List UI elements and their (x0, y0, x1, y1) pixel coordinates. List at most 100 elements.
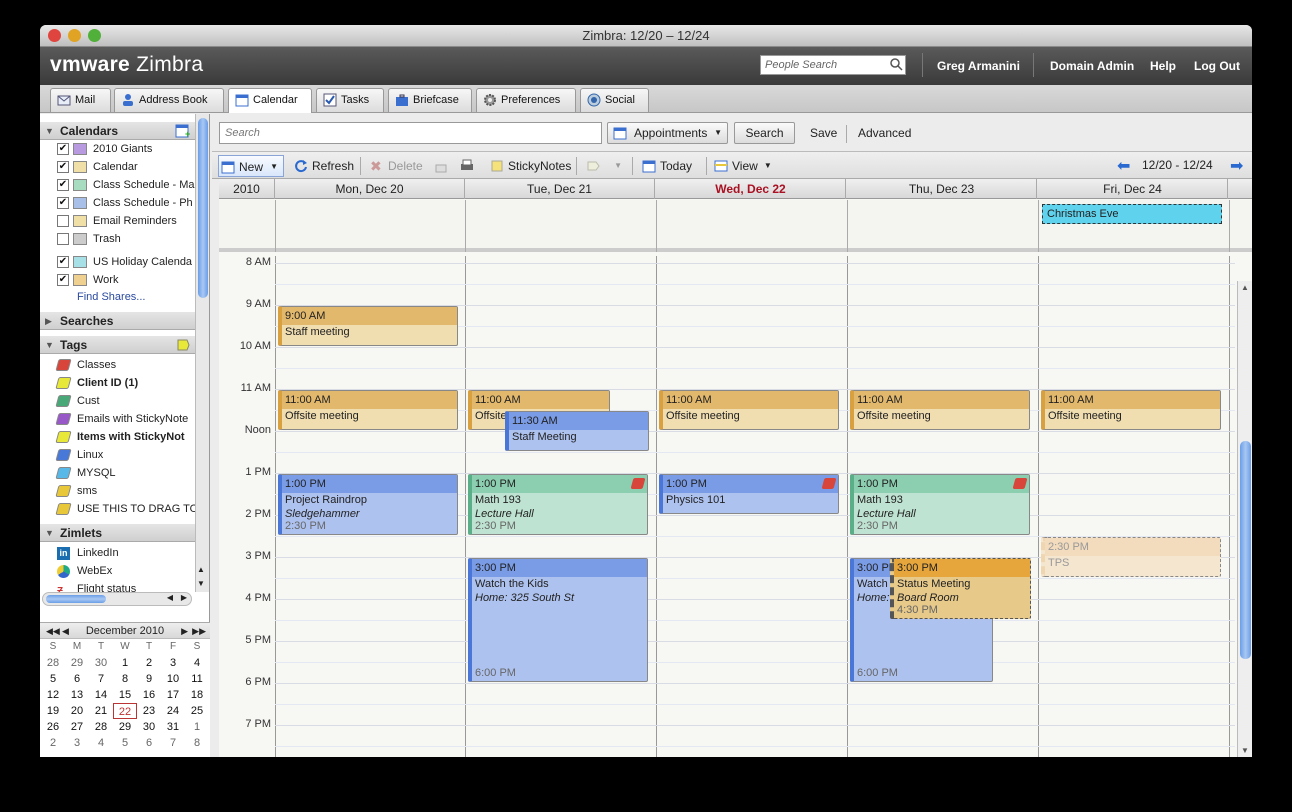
day-header[interactable]: Tue, Dec 21 (465, 179, 655, 199)
scroll-left-arrow-icon[interactable]: ◀ (167, 593, 173, 602)
mini-day[interactable]: 7 (161, 735, 185, 751)
mini-day[interactable]: 2 (41, 735, 65, 751)
scroll-thumb[interactable] (46, 595, 106, 603)
tag-list-item[interactable]: Classes (40, 356, 195, 374)
refresh-button[interactable]: Refresh (292, 155, 354, 177)
stickynotes-button[interactable]: StickyNotes (488, 155, 571, 177)
domain-admin-link[interactable]: Domain Admin (1050, 59, 1134, 73)
scroll-down-arrow-icon[interactable]: ▼ (197, 579, 205, 588)
save-search-link[interactable]: Save (810, 123, 837, 143)
calendar-list-item[interactable]: ✔ Class Schedule - Ph (40, 194, 195, 212)
search-button[interactable]: Search (734, 122, 795, 144)
scroll-up-arrow-icon[interactable]: ▲ (1241, 283, 1249, 292)
people-search-input[interactable]: People Search (760, 55, 906, 75)
new-button[interactable]: New ▼ (218, 155, 285, 177)
mini-day[interactable]: 10 (161, 671, 185, 687)
mini-day[interactable]: 3 (65, 735, 89, 751)
zimlets-header[interactable]: ▼ Zimlets (40, 524, 195, 542)
tab-preferences[interactable]: Preferences (476, 88, 576, 112)
calendar-event[interactable]: 11:30 AM Staff Meeting (505, 411, 649, 451)
calendar-event[interactable]: 1:00 PM Physics 101 (659, 474, 839, 514)
tag-list-item[interactable]: Client ID (1) (40, 374, 195, 392)
calendar-list-item[interactable]: ✔ US Holiday Calenda (40, 253, 195, 271)
calendar-list-item[interactable]: Trash (40, 230, 195, 248)
mini-day[interactable]: 23 (137, 703, 161, 719)
mini-day[interactable]: 13 (65, 687, 89, 703)
next-year-icon[interactable]: ▶▶ (192, 623, 206, 639)
mini-day[interactable]: 29 (65, 655, 89, 671)
mini-day[interactable]: 18 (185, 687, 209, 703)
day-header[interactable]: Fri, Dec 24 (1038, 179, 1228, 199)
help-link[interactable]: Help (1150, 59, 1176, 73)
mini-day[interactable]: 15 (113, 687, 137, 703)
new-tag-icon[interactable] (175, 338, 191, 352)
mini-day[interactable]: 21 (89, 703, 113, 719)
mini-day[interactable]: 11 (185, 671, 209, 687)
mini-day[interactable]: 1 (185, 719, 209, 735)
mini-day[interactable]: 30 (89, 655, 113, 671)
mini-day[interactable]: 30 (137, 719, 161, 735)
mini-day[interactable]: 9 (137, 671, 161, 687)
scroll-down-arrow-icon[interactable]: ▼ (1241, 746, 1249, 755)
scroll-thumb[interactable] (1240, 441, 1251, 659)
calendar-event[interactable]: 3:00 PM Status Meeting Board Room 4:30 PM (890, 558, 1031, 619)
calendar-event[interactable]: 11:00 AMOffsite meeting (278, 390, 458, 430)
scroll-thumb[interactable] (198, 118, 208, 298)
calendar-checkbox[interactable]: ✔ (57, 197, 69, 209)
view-button[interactable]: View ▼ (712, 155, 774, 177)
calendar-checkbox[interactable]: ✔ (57, 143, 69, 155)
calendar-checkbox[interactable]: ✔ (57, 274, 69, 286)
collapse-triangle-icon[interactable]: ▼ (45, 524, 54, 542)
mini-day[interactable]: 6 (137, 735, 161, 751)
scroll-up-arrow-icon[interactable]: ▲ (197, 565, 205, 574)
collapse-triangle-icon[interactable]: ▼ (45, 336, 54, 354)
zoom-window-button[interactable] (88, 29, 101, 42)
mini-day[interactable]: 12 (41, 687, 65, 703)
tab-address-book[interactable]: Address Book (114, 88, 224, 112)
advanced-search-link[interactable]: Advanced (858, 123, 911, 143)
searches-header[interactable]: ▶ Searches (40, 312, 195, 330)
calendar-list-item[interactable]: ✔ Class Schedule - Ma (40, 176, 195, 194)
day-header[interactable]: Mon, Dec 20 (275, 179, 465, 199)
mini-day[interactable]: 26 (41, 719, 65, 735)
day-header[interactable]: Wed, Dec 22 (656, 179, 846, 199)
calendar-event[interactable]: 1:00 PM Math 193 Lecture Hall 2:30 PM (850, 474, 1030, 535)
today-button[interactable]: Today (640, 155, 692, 177)
find-shares-link[interactable]: Find Shares... (40, 288, 195, 306)
calendar-event[interactable]: 1:00 PM Math 193 Lecture Hall 2:30 PM (468, 474, 648, 535)
mini-day[interactable]: 31 (161, 719, 185, 735)
mini-day[interactable]: 20 (65, 703, 89, 719)
mini-day[interactable]: 19 (41, 703, 65, 719)
calendar-list-item[interactable]: ✔ Work (40, 271, 195, 289)
calendar-event[interactable]: 11:00 AMOffsite meeting (1041, 390, 1221, 430)
zimlet-webex[interactable]: WebEx (40, 562, 195, 580)
expand-triangle-icon[interactable]: ▶ (45, 312, 52, 330)
mini-day[interactable]: 22 (113, 703, 137, 719)
minimize-window-button[interactable] (68, 29, 81, 42)
calendar-list-item[interactable]: Email Reminders (40, 212, 195, 230)
collapse-triangle-icon[interactable]: ▼ (45, 122, 54, 140)
tag-list-item[interactable]: MYSQL (40, 464, 195, 482)
horizontal-scrollbar[interactable]: ◀ ▶ (42, 592, 192, 606)
mini-day[interactable]: 7 (89, 671, 113, 687)
calendar-event[interactable]: 2:30 PM TPS (1041, 537, 1221, 577)
scroll-right-arrow-icon[interactable]: ▶ (181, 593, 187, 602)
search-input[interactable]: Search (219, 122, 602, 144)
mini-day[interactable]: 5 (113, 735, 137, 751)
tag-list-item[interactable]: USE THIS TO DRAG TO (40, 500, 195, 518)
calendar-checkbox[interactable]: ✔ (57, 161, 69, 173)
calendar-event[interactable]: 3:00 PMWatch the Kids Home: 325 South St 6… (468, 558, 648, 682)
mini-day[interactable]: 8 (185, 735, 209, 751)
user-name[interactable]: Greg Armanini (937, 59, 1020, 73)
calendars-header[interactable]: ▼ Calendars + (40, 122, 195, 140)
new-calendar-icon[interactable]: + (175, 124, 191, 138)
tag-list-item[interactable]: sms (40, 482, 195, 500)
mini-day[interactable]: 25 (185, 703, 209, 719)
mini-day[interactable]: 5 (41, 671, 65, 687)
search-type-select[interactable]: Appointments ▼ (607, 122, 728, 144)
next-month-icon[interactable]: ▶ (181, 623, 188, 639)
calendar-checkbox[interactable]: ✔ (57, 256, 69, 268)
tags-header[interactable]: ▼ Tags (40, 336, 195, 354)
mini-day[interactable]: 2 (137, 655, 161, 671)
tab-tasks[interactable]: Tasks (316, 88, 384, 112)
